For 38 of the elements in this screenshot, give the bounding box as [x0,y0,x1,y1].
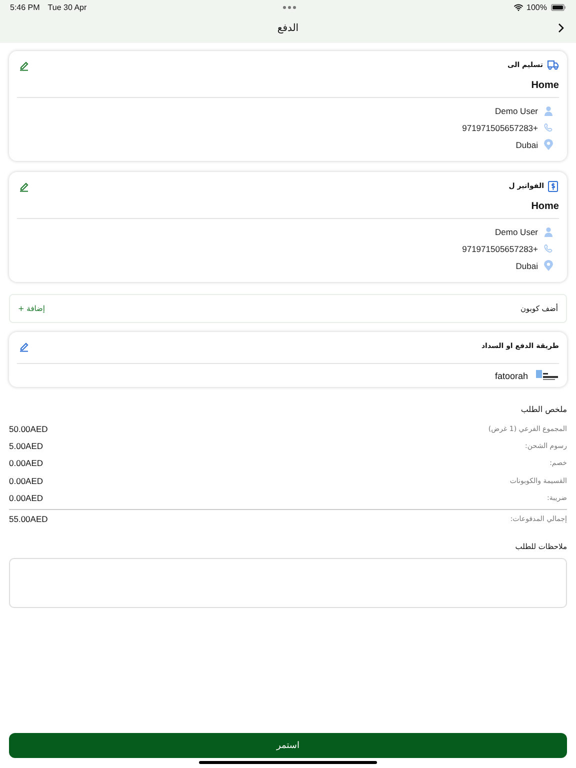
summary-value: 50.00AED [9,424,48,434]
total-value: 55.00AED [9,514,48,524]
status-time: 5:46 PM [10,2,40,12]
summary-title: ملخص الطلب [520,404,567,416]
location-pin-icon [544,139,553,150]
summary-value: 0.00AED [9,493,44,504]
continue-button[interactable]: استمر [9,733,567,758]
location-pin-icon [544,260,553,271]
summary-value: 5.00AED [9,441,44,452]
notes-field[interactable] [9,558,567,608]
multitasking-dots-icon[interactable] [283,6,296,9]
payment-method: fatoorah [494,370,528,380]
page-title: الدفع [277,23,299,34]
invoice-icon [548,180,559,192]
summary-value: 0.00AED [9,476,44,486]
city-name: Dubai [516,260,538,270]
address-name: Home [531,201,559,212]
status-date: Tue 30 Apr [48,2,87,12]
address-name: Home [531,80,559,91]
city-name: Dubai [516,140,538,150]
edit-icon[interactable] [19,180,29,192]
person-icon [544,106,553,116]
contact-name: Demo User [495,226,538,236]
wifi-icon [514,4,523,10]
battery-icon [551,4,566,10]
payment-logo-icon [536,370,559,381]
contact-name: Demo User [495,106,538,116]
edit-icon[interactable] [19,340,29,352]
truck-icon [547,60,559,70]
phone-number: 971971505657283+ [462,122,538,132]
phone-icon [544,123,553,132]
phone-number: 971971505657283+ [462,244,538,254]
phone-icon [544,244,553,253]
person-icon [544,226,553,236]
chevron-icon[interactable] [558,23,564,33]
summary-value: 0.00AED [9,458,44,468]
edit-icon[interactable] [19,60,29,70]
battery-percentage: 100% [526,2,547,12]
